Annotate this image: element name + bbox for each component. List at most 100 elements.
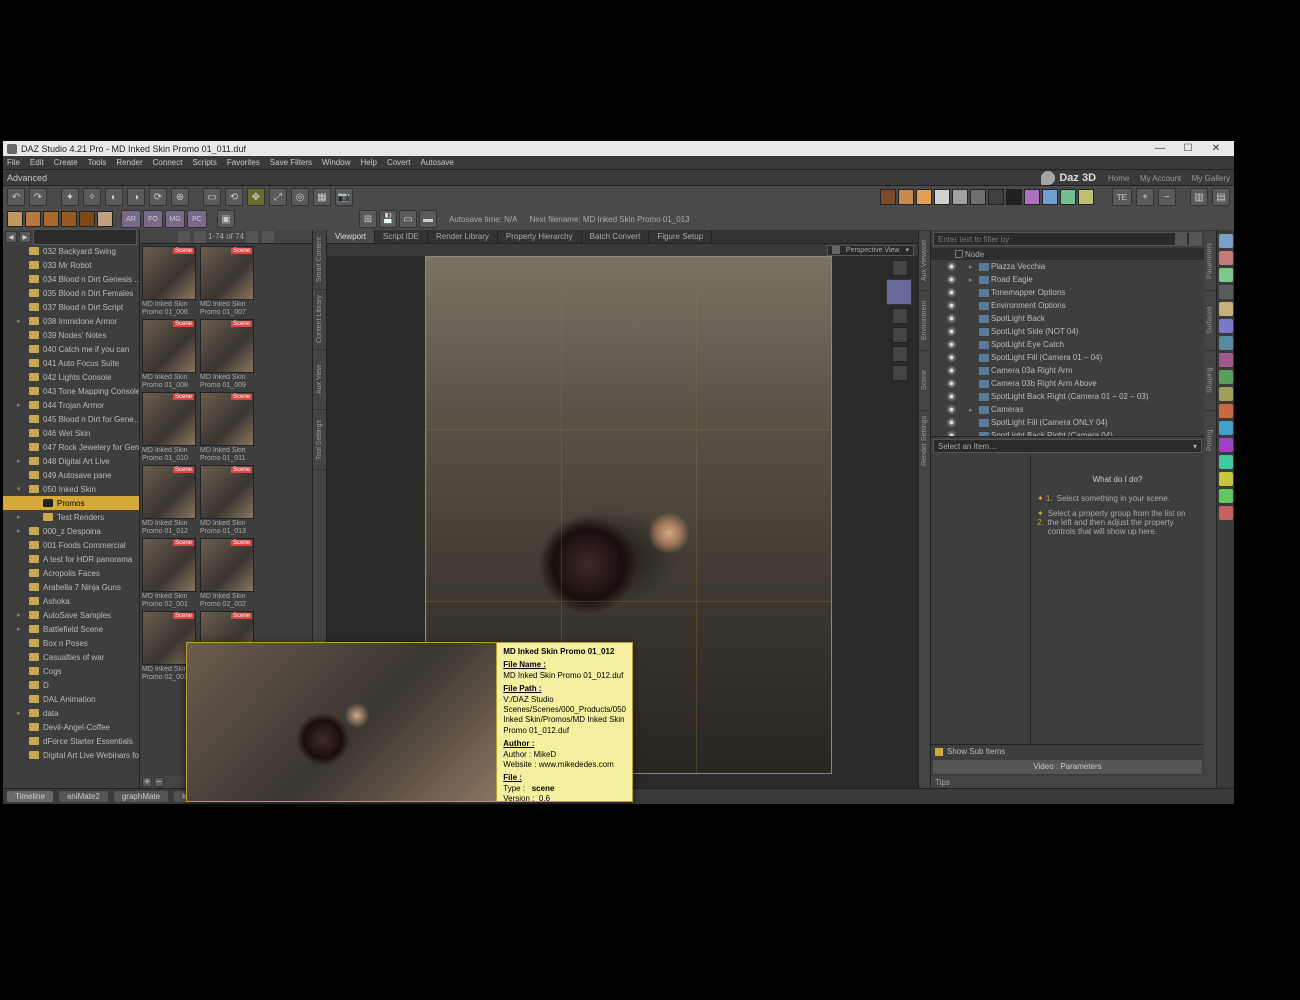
tree-row[interactable]: ▸000_z Despoina	[3, 524, 139, 538]
expand-arrow-icon[interactable]: ▸	[17, 401, 21, 409]
color-swatch[interactable]	[916, 189, 932, 205]
tree-nav-fwd[interactable]: ▸	[19, 231, 31, 243]
scale-tool[interactable]: ⤢	[269, 188, 287, 206]
outliner-row[interactable]: SpotLight Eye Catch	[931, 338, 1204, 351]
tree-row[interactable]: Ashoka	[3, 594, 139, 608]
color-swatch[interactable]	[61, 211, 77, 227]
tree-row[interactable]: ▸AutoSave Samples	[3, 608, 139, 622]
visibility-eye-icon[interactable]	[947, 288, 956, 297]
activity-button[interactable]	[1219, 285, 1233, 299]
tree-row[interactable]: 032 Backyard Swing	[3, 244, 139, 258]
layout-label[interactable]: Advanced	[7, 173, 47, 183]
property-group-list[interactable]	[931, 455, 1031, 744]
tree-row[interactable]: ▸Battlefield Scene	[3, 622, 139, 636]
pager-last[interactable]	[262, 231, 274, 243]
content-thumbnail[interactable]: SceneMD Inked Skin Promo 01_009	[200, 319, 254, 390]
expand-arrow-icon[interactable]: ▸	[969, 276, 977, 284]
outliner-row[interactable]: ▸Plazza Vecchia	[931, 260, 1204, 273]
visibility-eye-icon[interactable]	[947, 275, 956, 284]
nav-button[interactable]	[892, 260, 908, 276]
menu-help[interactable]: Help	[358, 158, 378, 167]
pager-first[interactable]	[178, 231, 190, 243]
tab-timeline[interactable]: Timeline	[7, 791, 53, 802]
activity-button[interactable]	[1219, 234, 1233, 248]
visibility-eye-icon[interactable]	[947, 353, 956, 362]
tree-row[interactable]: 034 Blood n Dirt Genesis …	[3, 272, 139, 286]
tree-row[interactable]: ▾050 Inked Skin	[3, 482, 139, 496]
color-swatch[interactable]	[7, 211, 23, 227]
tree-search-input[interactable]	[33, 229, 137, 245]
outliner-row[interactable]: SpotLight Side (NOT 04)	[931, 325, 1204, 338]
link-gallery[interactable]: My Gallery	[1192, 174, 1230, 183]
tab-viewport[interactable]: Viewport	[327, 230, 375, 243]
nav-button[interactable]	[892, 327, 908, 343]
tree-row[interactable]: 047 Rock Jewelery for Gen…	[3, 440, 139, 454]
menu-connect[interactable]: Connect	[151, 158, 185, 167]
color-swatch[interactable]	[952, 189, 968, 205]
tree-row[interactable]: 045 Blood n Dirt for Gene…	[3, 412, 139, 426]
tab-tool-settings[interactable]: Tool Settings	[313, 410, 326, 470]
content-thumbnail[interactable]: SceneMD Inked Skin Promo 01_013	[200, 465, 254, 536]
tree-row[interactable]: ▸Test Renders	[3, 510, 139, 524]
tab-render-settings[interactable]: Render Settings	[919, 410, 930, 470]
undo-button[interactable]: ↶	[7, 188, 25, 206]
activity-button[interactable]	[1219, 336, 1233, 350]
menu-autosave[interactable]: Autosave	[419, 158, 456, 167]
link-account[interactable]: My Account	[1140, 174, 1181, 183]
outliner-row[interactable]: SpotLight Back Right (Camera 04)	[931, 429, 1204, 436]
tool-box-ar[interactable]: AR	[121, 210, 141, 228]
visibility-eye-icon[interactable]	[947, 366, 956, 375]
expand-arrow-icon[interactable]: ▸	[969, 263, 977, 271]
visibility-eye-icon[interactable]	[947, 340, 956, 349]
menu-window[interactable]: Window	[320, 158, 352, 167]
tab-smart-content[interactable]: Smart Content	[313, 230, 326, 290]
activity-button[interactable]	[1219, 251, 1233, 265]
visibility-eye-icon[interactable]	[947, 327, 956, 336]
tab-aux-view[interactable]: Aux View	[313, 350, 326, 410]
color-swatch[interactable]	[97, 211, 113, 227]
expand-arrow-icon[interactable]: ▸	[17, 457, 21, 465]
tab-script-ide[interactable]: Script IDE	[375, 230, 428, 243]
color-swatch[interactable]	[43, 211, 59, 227]
translate-tool[interactable]: ✥	[247, 188, 265, 206]
tree-row[interactable]: 043 Tone Mapping Console	[3, 384, 139, 398]
tree-row[interactable]: Devil-Angel-Coffee	[3, 720, 139, 734]
tool-button[interactable]: ▭	[399, 210, 417, 228]
content-thumbnail[interactable]: SceneMD Inked Skin Promo 01_008	[142, 319, 196, 390]
select-tool[interactable]: ▭	[203, 188, 221, 206]
activity-button[interactable]	[1219, 319, 1233, 333]
tab-scene[interactable]: Scene	[919, 350, 930, 410]
color-swatch[interactable]	[1042, 189, 1058, 205]
outliner-row[interactable]: Tonemapper Options	[931, 286, 1204, 299]
tool-button[interactable]: ◐	[105, 188, 123, 206]
scene-search-input[interactable]	[934, 235, 1173, 244]
content-thumbnail[interactable]: SceneMD Inked Skin Promo 01_006	[142, 246, 196, 317]
expand-arrow-icon[interactable]: ▸	[969, 406, 977, 414]
menu-savefilters[interactable]: Save Filters	[268, 158, 314, 167]
menu-covert[interactable]: Covert	[385, 158, 413, 167]
activity-button[interactable]	[1219, 472, 1233, 486]
menu-favorites[interactable]: Favorites	[225, 158, 262, 167]
tool-button[interactable]: ⊕	[171, 188, 189, 206]
minus-button[interactable]: −	[1158, 188, 1176, 206]
tree-row[interactable]: 041 Auto Focus Suite	[3, 356, 139, 370]
content-thumbnail[interactable]: SceneMD Inked Skin Promo 02_001	[142, 538, 196, 609]
tool-button[interactable]: ▣	[217, 210, 235, 228]
nav-button[interactable]	[892, 308, 908, 324]
window-close-button[interactable]: ✕	[1202, 141, 1230, 156]
thumb-add[interactable]: +	[142, 777, 152, 787]
pager-next[interactable]	[246, 231, 258, 243]
folder-tree[interactable]: 032 Backyard Swing033 Mr Robot034 Blood …	[3, 244, 139, 788]
link-home[interactable]: Home	[1108, 174, 1129, 183]
tab-posing[interactable]: Posing	[1204, 410, 1216, 470]
tree-row[interactable]: ▸048 Digital Art Live	[3, 454, 139, 468]
pager-prev[interactable]	[194, 231, 206, 243]
viewport-nav-gizmo[interactable]	[886, 260, 914, 381]
content-thumbnail[interactable]: SceneMD Inked Skin Promo 01_012	[142, 465, 196, 536]
expand-arrow-icon[interactable]: ▸	[17, 317, 21, 325]
menu-file[interactable]: File	[5, 158, 22, 167]
tool-box-fo[interactable]: FO	[143, 210, 163, 228]
visibility-eye-icon[interactable]	[947, 405, 956, 414]
tab-surfaces[interactable]: Surfaces	[1204, 290, 1216, 350]
right-dock-tabs-left[interactable]: Aux Viewport Environment Scene Render Se…	[918, 230, 930, 788]
